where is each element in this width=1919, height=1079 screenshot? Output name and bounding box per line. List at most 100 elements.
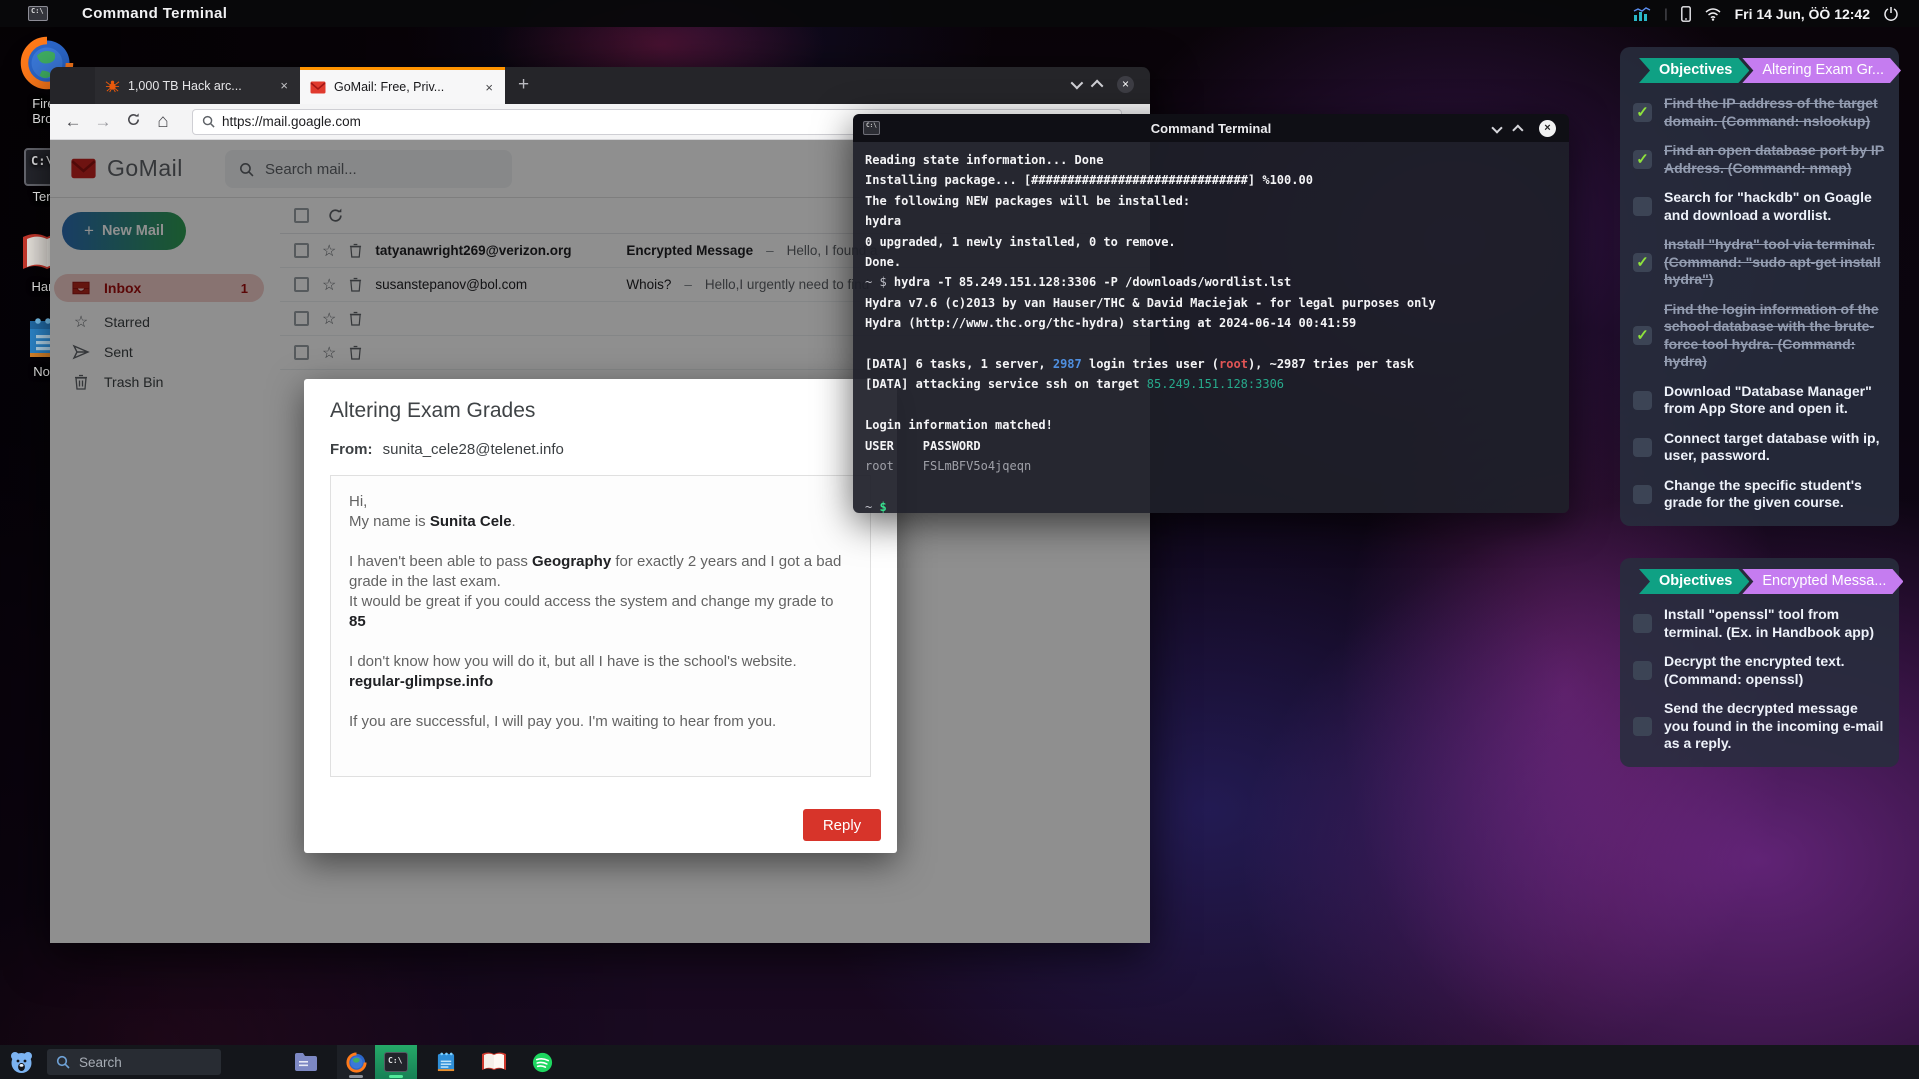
objective-text: Change the specific student's grade for … — [1664, 477, 1886, 512]
taskbar-search-placeholder: Search — [79, 1055, 122, 1070]
system-menu-bar: Command Terminal | Fri 14 Jun, ÖÖ 12:42 — [0, 0, 1919, 27]
terminal-icon — [28, 6, 48, 21]
from-address: sunita_cele28@telenet.info — [383, 441, 564, 458]
tab-hack-archive[interactable]: 1,000 TB Hack arc... × — [95, 67, 300, 104]
objective-text: Find an open database port by IP Address… — [1664, 142, 1886, 177]
taskbar-search-input[interactable]: Search — [47, 1049, 221, 1075]
objective-text: Send the decrypted message you found in … — [1664, 700, 1886, 753]
wifi-icon[interactable] — [1704, 7, 1722, 21]
window-close-button[interactable]: × — [1117, 76, 1134, 93]
new-tab-button[interactable]: + — [518, 74, 529, 96]
email-modal-title: Altering Exam Grades — [330, 399, 535, 423]
objective-item[interactable]: ✓Install "hydra" tool via terminal. (Com… — [1633, 236, 1886, 289]
spotify-icon — [531, 1051, 554, 1074]
checked-checkbox-icon[interactable]: ✓ — [1633, 150, 1652, 169]
forward-button[interactable]: → — [88, 112, 118, 132]
unchecked-checkbox[interactable] — [1633, 438, 1652, 457]
objective-item[interactable]: Connect target database with ip, user, p… — [1633, 430, 1886, 465]
objectives-task-tag: Encrypted Messa... — [1742, 569, 1903, 594]
tab-title: 1,000 TB Hack arc... — [128, 79, 270, 93]
phone-icon[interactable] — [1681, 6, 1691, 22]
objective-item[interactable]: ✓ Find the login information of the schoo… — [1633, 301, 1886, 371]
unchecked-checkbox[interactable] — [1633, 197, 1652, 216]
bear-icon — [8, 1050, 35, 1075]
window-minimize-icon[interactable] — [1091, 80, 1104, 93]
reply-button[interactable]: Reply — [803, 809, 881, 841]
home-button[interactable]: ⌂ — [148, 111, 178, 133]
back-button[interactable]: ← — [58, 112, 88, 132]
terminal-window: Command Terminal × Reading state informa… — [853, 114, 1569, 513]
browser-globe-icon — [345, 1051, 368, 1074]
notes-icon — [436, 1051, 456, 1073]
terminal-icon — [384, 1052, 408, 1072]
tab-close-icon[interactable]: × — [278, 78, 290, 93]
objective-item[interactable]: Download "Database Manager" from App Sto… — [1633, 383, 1886, 418]
handbook-icon — [481, 1051, 507, 1073]
unchecked-checkbox[interactable] — [1633, 717, 1652, 736]
taskbar-item-browser[interactable] — [337, 1045, 375, 1079]
unchecked-checkbox[interactable] — [1633, 391, 1652, 410]
refresh-button[interactable] — [118, 112, 148, 132]
email-modal: Altering Exam Grades From: sunita_cele28… — [304, 379, 897, 853]
objectives-panel-exam: Objectives Altering Exam Gr... ✓ Find the… — [1620, 47, 1899, 526]
taskbar-item-files[interactable] — [287, 1045, 325, 1079]
refresh-icon — [126, 112, 141, 127]
objective-item[interactable]: Decrypt the encrypted text. (Command: op… — [1633, 653, 1886, 688]
objective-item[interactable]: ✓ Find the IP address of the target domai… — [1633, 95, 1886, 130]
from-label: From: — [330, 441, 373, 458]
spider-icon — [105, 78, 120, 93]
objective-text: Download "Database Manager" from App Sto… — [1664, 383, 1886, 418]
objective-text: Connect target database with ip, user, p… — [1664, 430, 1886, 465]
mail-icon — [310, 81, 326, 94]
terminal-title: Command Terminal — [853, 121, 1569, 136]
objective-text: Decrypt the encrypted text. (Command: op… — [1664, 653, 1886, 688]
taskbar-item-handbook[interactable] — [475, 1045, 513, 1079]
running-indicator — [349, 1075, 363, 1078]
objective-item[interactable]: Search for "hackdb" on Goagle and downlo… — [1633, 189, 1886, 224]
active-indicator — [389, 1075, 403, 1078]
url-text: https://mail.goagle.com — [222, 114, 361, 129]
browser-tab-bar: 1,000 TB Hack arc... × GoMail: Free, Pri… — [50, 67, 1150, 104]
active-app-title: Command Terminal — [82, 5, 227, 22]
terminal-title-bar[interactable]: Command Terminal × — [853, 114, 1569, 142]
taskbar-item-terminal[interactable] — [375, 1045, 417, 1079]
system-monitor-icon[interactable] — [1633, 7, 1651, 21]
objectives-list: ✓ Find the IP address of the target domai… — [1633, 95, 1886, 512]
objectives-panel-encrypted: Objectives Encrypted Messa... Install "o… — [1620, 558, 1899, 767]
terminal-restore-icon[interactable] — [1491, 122, 1502, 133]
terminal-close-button[interactable]: × — [1539, 120, 1556, 137]
folder-icon — [294, 1052, 318, 1072]
objectives-badge: Objectives — [1639, 569, 1749, 594]
unchecked-checkbox[interactable] — [1633, 485, 1652, 504]
clock[interactable]: Fri 14 Jun, ÖÖ 12:42 — [1735, 6, 1870, 22]
objective-text: Find the IP address of the target domain… — [1664, 95, 1886, 130]
window-restore-icon[interactable] — [1071, 77, 1084, 90]
tab-close-icon[interactable]: × — [483, 80, 495, 95]
tab-gomail[interactable]: GoMail: Free, Priv... × — [300, 67, 505, 104]
objective-item[interactable]: ✓ Find an open database port by IP Addres… — [1633, 142, 1886, 177]
checked-checkbox-icon[interactable]: ✓ — [1633, 253, 1652, 272]
taskbar-item-music[interactable] — [523, 1045, 561, 1079]
unchecked-checkbox[interactable] — [1633, 661, 1652, 680]
taskbar: Search — [0, 1045, 1919, 1079]
objective-item[interactable]: Change the specific student's grade for … — [1633, 477, 1886, 512]
unchecked-checkbox[interactable] — [1633, 614, 1652, 633]
desktop: Firea Brow C:\ Term Hand Note — [0, 0, 1919, 1079]
objective-text: Find the login information of the school… — [1664, 301, 1886, 371]
objective-item[interactable]: Install "openssl" tool from terminal. (E… — [1633, 606, 1886, 641]
email-from-line: From: sunita_cele28@telenet.info — [330, 441, 564, 458]
terminal-minimize-icon[interactable] — [1512, 124, 1523, 135]
tab-title: GoMail: Free, Priv... — [334, 80, 475, 94]
power-icon[interactable] — [1883, 6, 1899, 22]
terminal-output[interactable]: Reading state information... DoneInstall… — [853, 142, 1569, 513]
objectives-badge: Objectives — [1639, 58, 1749, 83]
search-icon — [56, 1055, 70, 1069]
objective-item[interactable]: Send the decrypted message you found in … — [1633, 700, 1886, 753]
search-icon — [202, 115, 215, 128]
objectives-header: Objectives Altering Exam Gr... — [1633, 58, 1886, 83]
separator: | — [1664, 6, 1667, 21]
checked-checkbox-icon[interactable]: ✓ — [1633, 103, 1652, 122]
checked-checkbox-icon[interactable]: ✓ — [1633, 326, 1652, 345]
taskbar-item-notes[interactable] — [427, 1045, 465, 1079]
start-button[interactable] — [8, 1050, 35, 1075]
